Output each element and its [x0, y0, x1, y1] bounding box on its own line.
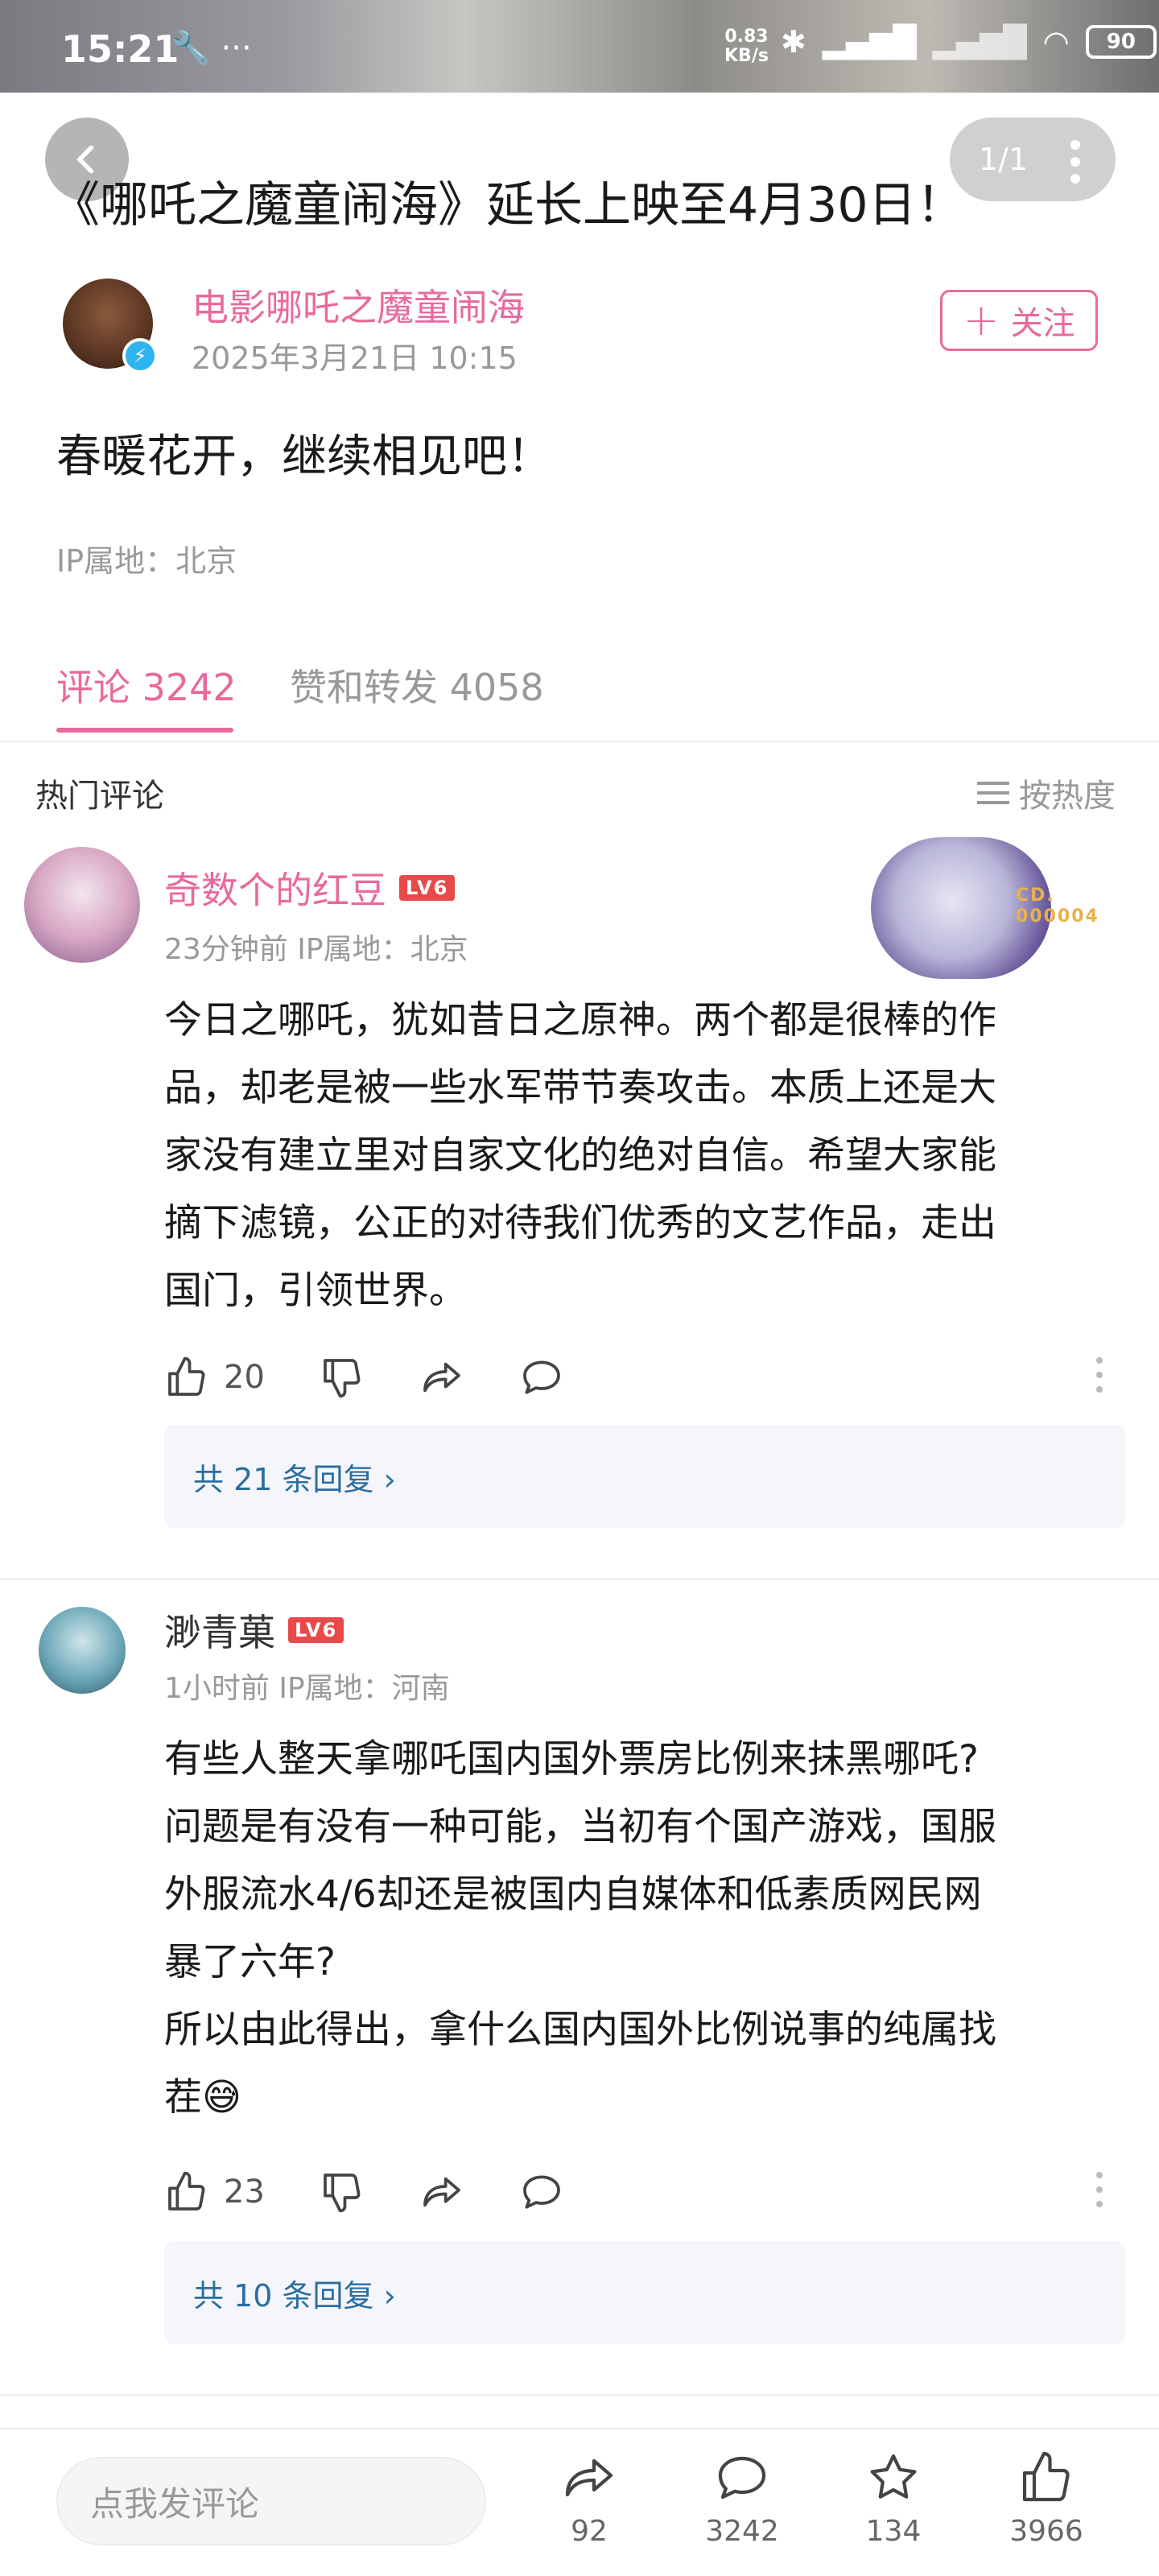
- like-count: 20: [224, 1359, 265, 1396]
- sort-label: 按热度: [1019, 778, 1116, 815]
- bottom-comment-button[interactable]: 3242: [694, 2449, 790, 2548]
- tab-bar: 评论 3242 赞和转发 4058: [0, 636, 1159, 742]
- tab-comments[interactable]: 评论 3242: [56, 658, 237, 712]
- bottom-action-bar: 点我发评论 92 3242 134 3966: [0, 2428, 1159, 2576]
- signal-icon: ▂▄▆█: [822, 24, 917, 60]
- comment-actions: 20: [164, 1349, 1119, 1406]
- bottom-share-button[interactable]: 92: [541, 2449, 637, 2548]
- like-button[interactable]: 20: [164, 1355, 265, 1400]
- commenter-name[interactable]: 奇数个的红豆 LV6: [164, 861, 456, 914]
- sort-button[interactable]: 按热度: [977, 770, 1116, 816]
- more-vertical-icon[interactable]: [1070, 140, 1080, 184]
- battery-icon: 90: [1085, 25, 1157, 59]
- thumbs-up-icon: [168, 1356, 205, 1396]
- bluetooth-icon: ✱: [781, 24, 806, 60]
- like-button[interactable]: 23: [164, 2169, 265, 2215]
- share-icon: [423, 1362, 460, 1393]
- status-left-icons: 🔧 ···: [171, 30, 252, 67]
- star-icon: [870, 2454, 917, 2499]
- thumbs-up-icon: [1022, 2451, 1070, 2502]
- reply-button[interactable]: [519, 2169, 564, 2215]
- author-avatar[interactable]: ⚡: [63, 279, 158, 374]
- comment-actions: 23: [164, 2164, 1119, 2220]
- comment-meta: 1小时前 IP属地：河南: [164, 1672, 450, 1705]
- follow-button[interactable]: + 关注: [940, 290, 1098, 351]
- share-count: 92: [571, 2515, 608, 2548]
- follow-label: 关注: [1010, 305, 1075, 342]
- post-time: 2025年3月21日 10:15: [192, 341, 518, 376]
- dislike-button[interactable]: [320, 2169, 365, 2215]
- signal-icon-2: ▂▄▆█: [932, 24, 1027, 60]
- verified-icon: ⚡: [122, 338, 158, 374]
- fan-badge-number: CD. 000004: [1016, 886, 1099, 927]
- status-time: 15:21: [61, 27, 179, 71]
- commenter-name[interactable]: 渺青菓 LV6: [164, 1604, 344, 1657]
- comment-text: 有些人整天拿哪吒国内国外票房比例来抹黑哪吒? 问题是有没有一种可能，当初有个国产…: [164, 1737, 996, 2120]
- menu-icon: [977, 782, 1009, 804]
- view-replies-link[interactable]: 共 21 条回复 ›: [164, 1425, 1125, 1528]
- reply-button[interactable]: [519, 1355, 564, 1400]
- share-button[interactable]: [419, 2169, 464, 2215]
- plus-icon: +: [963, 295, 1000, 345]
- commenter-name-text: 渺青菓: [164, 1611, 275, 1654]
- share-button[interactable]: [419, 1355, 464, 1400]
- network-speed: 0.83 KB/s: [724, 27, 769, 66]
- comment-bubble-icon: [523, 2175, 560, 2209]
- page-indicator-menu[interactable]: 1/1: [950, 118, 1116, 201]
- network-speed-value: 0.83: [724, 27, 769, 47]
- comment-divider: [0, 2394, 1159, 2396]
- status-bar: 15:21 🔧 ··· 0.83 KB/s ✱ ▂▄▆█ ▂▄▆█ ◠ 90: [0, 0, 1159, 93]
- dislike-button[interactable]: [320, 1355, 365, 1400]
- view-replies-link[interactable]: 共 10 条回复 ›: [164, 2241, 1125, 2344]
- comment-bubble-icon: [523, 1360, 560, 1394]
- page-indicator: 1/1: [979, 142, 1029, 177]
- comment-more-icon[interactable]: [1096, 2172, 1103, 2207]
- commenter-avatar[interactable]: [24, 847, 140, 963]
- favorite-count: 134: [865, 2515, 922, 2548]
- commenter-avatar[interactable]: [39, 1607, 126, 1694]
- hot-comments-title: 热门评论: [35, 778, 164, 815]
- thumbs-down-icon: [324, 1359, 361, 1398]
- share-icon: [423, 2177, 460, 2207]
- post-ip-location: IP属地：北京: [56, 543, 237, 579]
- bottom-like-button[interactable]: 3966: [998, 2449, 1095, 2548]
- tab-underline: [56, 728, 233, 733]
- status-right-icons: ✱ ▂▄▆█ ▂▄▆█ ◠ 90: [781, 24, 1157, 60]
- comment-more-icon[interactable]: [1096, 1357, 1103, 1393]
- share-icon: [565, 2458, 613, 2497]
- like-count: 23: [224, 2174, 265, 2211]
- post-body: 春暖花开，继续相见吧！: [56, 431, 552, 483]
- comment-divider: [0, 1578, 1159, 1580]
- commenter-name-text: 奇数个的红豆: [164, 869, 386, 912]
- level-badge: LV6: [288, 1617, 344, 1643]
- wifi-icon: ◠: [1042, 24, 1070, 60]
- like-count-total: 3966: [1009, 2515, 1083, 2548]
- level-badge: LV6: [399, 875, 456, 901]
- comment-meta: 23分钟前 IP属地：北京: [164, 933, 468, 966]
- comment-count: 3242: [705, 2515, 779, 2548]
- bottom-favorite-button[interactable]: 134: [845, 2449, 942, 2548]
- comment-bubble-icon: [718, 2456, 766, 2500]
- thumbs-up-icon: [168, 2171, 205, 2211]
- comment-text: 今日之哪吒，犹如昔日之原神。两个都是很棒的作 品，却老是被一些水军带节奏攻击。本…: [164, 998, 996, 1313]
- post-title: 《哪吒之魔童闹海》延长上映至4月30日！: [52, 177, 965, 233]
- author-name[interactable]: 电影哪吒之魔童闹海: [192, 279, 525, 332]
- thumbs-down-icon: [324, 2174, 361, 2213]
- comment-input[interactable]: 点我发评论: [56, 2457, 486, 2545]
- network-speed-unit: KB/s: [724, 46, 769, 66]
- tab-likes-reposts[interactable]: 赞和转发 4058: [290, 658, 544, 712]
